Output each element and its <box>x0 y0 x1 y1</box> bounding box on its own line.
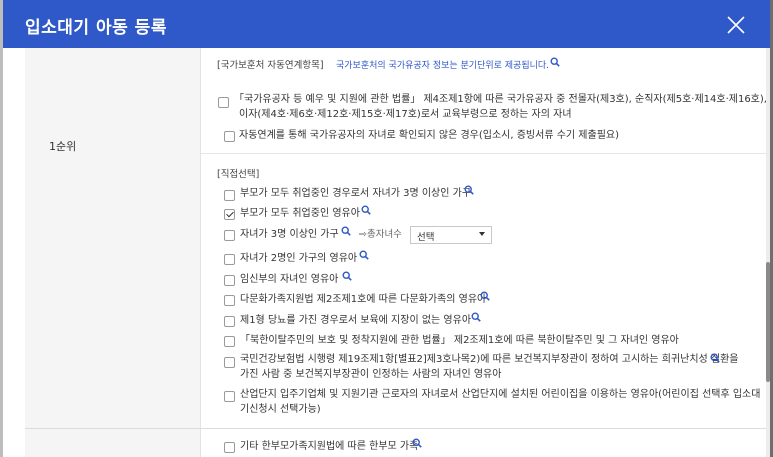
section-divider <box>201 153 768 154</box>
close-icon[interactable] <box>725 14 747 36</box>
item-label-3: 자녀가 2명인 가구의 영유아 <box>240 253 358 264</box>
item-label-4: 임신부의 자녀인 영유아 <box>240 274 339 285</box>
auto-link-section-title: [국가보훈처 자동연계항목] <box>217 60 324 71</box>
auto-link-note: 국가보훈처의 국가유공자 정보는 분기단위로 제공됩니다. <box>336 61 550 71</box>
scrollbar-track[interactable] <box>766 48 770 457</box>
single-parent-checkbox[interactable] <box>224 442 235 453</box>
info-magnifier-icon[interactable] <box>359 250 369 260</box>
chevron-down-icon <box>479 232 485 236</box>
modal-content: 1순위 [국가보훈처 자동연계항목] 국가보훈처의 국가유공자 정보는 분기단위… <box>3 48 770 457</box>
rare-disease-checkbox[interactable] <box>224 357 235 368</box>
next-rank-label-cell <box>25 429 201 457</box>
industrial-complex-line2: 기신청시 선택가능) <box>240 404 321 415</box>
item-label-2: 자녀가 3명 이상인 가구 <box>240 229 339 240</box>
item-checkbox-6[interactable] <box>224 316 235 327</box>
rank-label-cell: 1순위 <box>25 48 201 428</box>
info-magnifier-icon[interactable] <box>361 205 371 215</box>
auto-unconfirmed-text: 자동연계를 통해 국가유공자의 자녀로 확인되지 않은 경우(입소시, 증빙서류… <box>239 130 619 141</box>
modal-title: 입소대기 아동 등록 <box>25 18 167 38</box>
item-checkbox-0[interactable] <box>224 190 235 201</box>
info-magnifier-icon[interactable] <box>471 312 481 322</box>
info-magnifier-icon[interactable] <box>464 185 474 195</box>
info-magnifier-icon[interactable] <box>710 353 720 363</box>
children-count-hint: ⇨총자녀수 <box>359 229 402 240</box>
rare-disease-line2: 가진 사람 중 보건복지부장관이 인정하는 사람의 자녀인 영유아 <box>240 369 502 380</box>
children-count-select[interactable]: 선택 <box>410 226 492 244</box>
item-checkbox-2[interactable] <box>224 230 235 241</box>
info-magnifier-icon[interactable] <box>550 57 560 67</box>
info-magnifier-icon[interactable] <box>342 271 352 281</box>
item-checkbox-5[interactable] <box>224 295 235 306</box>
merit-text-line1: 「국가유공자 등 예우 및 지원에 관한 법률」 제4조제1항에 따른 국가유공… <box>234 94 770 105</box>
registration-modal: 입소대기 아동 등록 1순위 [국가보훈처 자동연계항목] 국가보훈처의 국가유… <box>3 0 770 457</box>
rank-label: 1순위 <box>49 140 77 153</box>
item-checkbox-7[interactable] <box>224 336 235 347</box>
merit-text-line2: 이자(제4호·제6호·제12호·제15호·제17호)로서 교육부령으로 정하는 … <box>239 109 572 120</box>
modal-header: 입소대기 아동 등록 <box>3 0 770 48</box>
priority-table: 1순위 [국가보훈처 자동연계항목] 국가보훈처의 국가유공자 정보는 분기단위… <box>25 48 770 457</box>
info-magnifier-icon[interactable] <box>480 291 490 301</box>
item-label-7: 「북한이탈주민의 보호 및 정착지원에 관한 법률」 제2조제1호에 따른 북한… <box>240 335 679 346</box>
auto-unconfirmed-checkbox[interactable] <box>224 131 235 142</box>
item-label-1: 부모가 모두 취업중인 영유아 <box>240 208 360 219</box>
item-checkbox-1[interactable] <box>224 209 235 220</box>
rare-disease-line1: 국민건강보험법 시행령 제19조제1항[별표2]제3호나목2)에 따른 보건복지… <box>240 354 739 365</box>
single-parent-label: 기타 한부모가족지원법에 따른 한부모 가족 <box>240 441 419 452</box>
item-checkbox-4[interactable] <box>224 275 235 286</box>
merit-checkbox[interactable] <box>218 97 229 108</box>
info-magnifier-icon[interactable] <box>412 438 422 448</box>
scrollbar-thumb[interactable] <box>766 262 770 382</box>
industrial-complex-checkbox[interactable] <box>224 391 235 402</box>
item-label-6: 제1형 당뇨를 가진 경우로서 보육에 지장이 없는 영유아 <box>240 315 472 326</box>
info-magnifier-icon[interactable] <box>341 226 351 236</box>
children-count-value: 선택 <box>417 232 435 243</box>
industrial-complex-line1: 산업단지 입주기업체 및 지원기관 근로자의 자녀로서 산업단지에 설치된 어린… <box>240 389 761 400</box>
direct-section-title: [직접선택] <box>217 169 260 180</box>
item-checkbox-3[interactable] <box>224 254 235 265</box>
item-label-0: 부모가 모두 취업중인 경우로서 자녀가 3명 이상인 가구 <box>240 188 472 199</box>
item-label-5: 다문화가족지원법 제2조제1호에 따른 다문화가족의 영유아 <box>240 294 487 305</box>
